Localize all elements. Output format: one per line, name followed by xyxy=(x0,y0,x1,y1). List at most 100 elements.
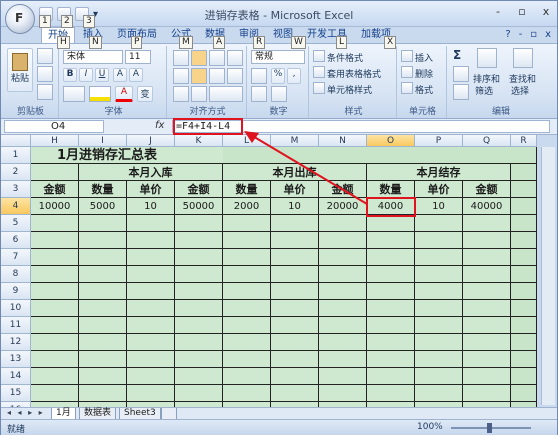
header-stock-in[interactable]: 本月入库 xyxy=(79,164,223,181)
help-icon[interactable]: ? xyxy=(505,29,510,40)
decrease-decimal-icon[interactable] xyxy=(271,86,287,102)
cell[interactable] xyxy=(223,215,271,232)
cell[interactable] xyxy=(175,368,223,385)
cell[interactable] xyxy=(367,317,415,334)
cell[interactable] xyxy=(415,334,463,351)
row-header-15[interactable]: 15 xyxy=(1,385,31,402)
column-label[interactable]: 数量 xyxy=(223,181,271,198)
cell[interactable] xyxy=(463,215,511,232)
cell[interactable] xyxy=(463,232,511,249)
row-header-7[interactable]: 7 xyxy=(1,249,31,266)
cell[interactable] xyxy=(31,351,79,368)
cell[interactable] xyxy=(223,249,271,266)
cell[interactable] xyxy=(319,249,367,266)
cell[interactable] xyxy=(415,266,463,283)
cell[interactable] xyxy=(271,351,319,368)
header-stock-end[interactable]: 本月结存 xyxy=(367,164,511,181)
shrink-font-button[interactable]: A xyxy=(129,68,143,82)
column-label[interactable]: 金额 xyxy=(175,181,223,198)
cell-styles-button[interactable]: 单元格样式 xyxy=(327,83,372,96)
maximize-button[interactable]: ▫ xyxy=(515,5,529,18)
increase-decimal-icon[interactable] xyxy=(251,86,267,102)
cell[interactable] xyxy=(127,300,175,317)
cell[interactable] xyxy=(367,283,415,300)
borders-icon[interactable] xyxy=(63,86,85,102)
cell[interactable] xyxy=(463,300,511,317)
cell[interactable] xyxy=(367,368,415,385)
cell[interactable] xyxy=(127,317,175,334)
column-header-K[interactable]: K xyxy=(175,135,223,147)
cell[interactable] xyxy=(463,249,511,266)
cell[interactable] xyxy=(31,317,79,334)
cell[interactable] xyxy=(463,368,511,385)
cell[interactable] xyxy=(415,317,463,334)
cell[interactable] xyxy=(319,385,367,402)
column-header-N[interactable]: N xyxy=(319,135,367,147)
orientation-icon[interactable] xyxy=(227,50,243,66)
cell[interactable] xyxy=(319,147,367,164)
cell[interactable] xyxy=(511,368,537,385)
pinyin-button[interactable]: 变 xyxy=(137,86,153,102)
column-label[interactable]: 数量 xyxy=(79,181,127,198)
column-header-J[interactable]: J xyxy=(127,135,175,147)
cell[interactable] xyxy=(271,283,319,300)
insert-function-icon[interactable]: fx xyxy=(155,120,164,131)
minimize-button[interactable]: - xyxy=(491,5,505,18)
cell[interactable] xyxy=(415,351,463,368)
cell[interactable] xyxy=(31,164,79,181)
column-label[interactable]: 单价 xyxy=(271,181,319,198)
cell[interactable] xyxy=(319,334,367,351)
cell[interactable] xyxy=(319,351,367,368)
cell[interactable] xyxy=(415,283,463,300)
data-cell[interactable]: 5000 xyxy=(79,198,127,215)
ribbon-minimize-button[interactable]: - xyxy=(519,29,523,40)
cut-icon[interactable] xyxy=(37,48,53,64)
cell[interactable] xyxy=(223,147,271,164)
align-middle-icon[interactable] xyxy=(191,50,207,66)
cell[interactable] xyxy=(511,198,537,215)
cell[interactable] xyxy=(511,232,537,249)
cell[interactable] xyxy=(175,317,223,334)
cell[interactable] xyxy=(367,147,415,164)
align-left-icon[interactable] xyxy=(173,68,189,84)
ribbon-close-button[interactable]: x xyxy=(545,29,551,40)
cell[interactable] xyxy=(415,249,463,266)
cell[interactable] xyxy=(127,232,175,249)
wrap-text-icon[interactable] xyxy=(227,68,243,84)
data-cell[interactable]: 10 xyxy=(271,198,319,215)
column-header-M[interactable]: M xyxy=(271,135,319,147)
cell[interactable] xyxy=(79,300,127,317)
cell[interactable] xyxy=(271,249,319,266)
cell[interactable] xyxy=(319,300,367,317)
row-header-11[interactable]: 11 xyxy=(1,317,31,334)
cell[interactable] xyxy=(463,266,511,283)
increase-indent-icon[interactable] xyxy=(191,86,207,102)
number-format-select[interactable]: 常规 xyxy=(251,50,305,64)
cell[interactable] xyxy=(31,283,79,300)
cell[interactable] xyxy=(463,283,511,300)
cell[interactable] xyxy=(31,368,79,385)
cell[interactable] xyxy=(175,283,223,300)
cell[interactable] xyxy=(31,249,79,266)
sort-filter-line2[interactable]: 筛选 xyxy=(475,84,493,97)
align-top-icon[interactable] xyxy=(173,50,189,66)
column-label[interactable]: 数量 xyxy=(367,181,415,198)
cell[interactable] xyxy=(415,300,463,317)
cell[interactable] xyxy=(511,147,537,164)
data-cell[interactable]: 10 xyxy=(415,198,463,215)
cell[interactable] xyxy=(463,317,511,334)
conditional-format-button[interactable]: 条件格式 xyxy=(327,51,363,64)
cell[interactable] xyxy=(175,385,223,402)
cell[interactable] xyxy=(127,368,175,385)
format-as-table-button[interactable]: 套用表格格式 xyxy=(327,67,381,80)
column-header-R[interactable]: R xyxy=(511,135,537,147)
align-bottom-icon[interactable] xyxy=(209,50,225,66)
ribbon-restore-button[interactable]: ▫ xyxy=(530,29,537,40)
currency-icon[interactable] xyxy=(251,68,267,84)
cell[interactable] xyxy=(511,266,537,283)
cell[interactable] xyxy=(127,283,175,300)
cell[interactable] xyxy=(79,317,127,334)
cell[interactable] xyxy=(511,351,537,368)
delete-button[interactable]: 删除 xyxy=(415,67,433,80)
cell[interactable] xyxy=(271,317,319,334)
